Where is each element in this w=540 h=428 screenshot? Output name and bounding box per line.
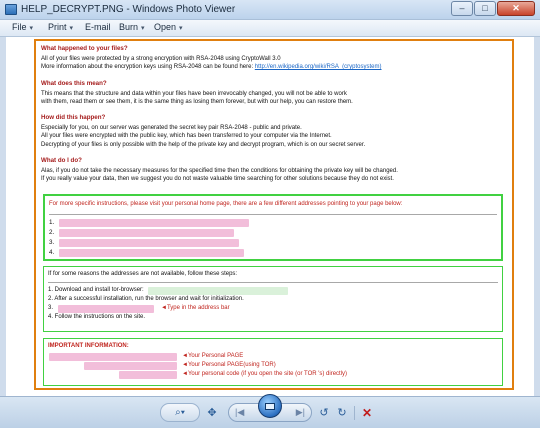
tor-step-3-note: ◄Type in the address bar <box>161 305 230 311</box>
menu-file[interactable]: File ▾ <box>12 22 33 32</box>
redacted-address <box>59 219 249 227</box>
tor-step-3: 3. <box>48 305 54 311</box>
text-line-prefix: More information about the encryption ke… <box>41 64 255 71</box>
magnifier-icon: ⌕▾ <box>175 407 185 418</box>
heading-what-happened: What happened to your files? <box>41 45 128 52</box>
viewer-edge <box>534 37 540 396</box>
close-button[interactable]: ✕ <box>497 1 535 16</box>
maximize-button[interactable]: □ <box>474 1 496 16</box>
important-info-title: IMPORTANT INFORMATION: <box>48 343 129 349</box>
toolbar-separator <box>354 406 355 420</box>
menu-burn[interactable]: Burn ▾ <box>119 22 145 32</box>
redacted-address <box>59 239 239 247</box>
window-controls: – □ ✕ <box>451 1 535 16</box>
text-line: Alas, if you do not take the necessary m… <box>41 168 398 175</box>
rotate-ccw-icon: ↺ <box>319 407 329 419</box>
delete-icon: ✕ <box>361 405 373 420</box>
personal-page-tor-note: ◄Your Personal PAGE(using TOR) <box>182 362 276 368</box>
personal-page-note: ◄Your Personal PAGE <box>182 353 244 359</box>
redacted-personal-page <box>49 353 177 361</box>
address-number: 2. <box>49 229 55 236</box>
section-what-happened: What happened to your files? All of your… <box>41 45 507 72</box>
fit-window-icon: ✥ <box>207 407 217 419</box>
rotate-counterclockwise-button[interactable]: ↺ <box>318 403 330 422</box>
address-number: 3. <box>49 239 55 246</box>
heading-what-does-this-mean: What does this mean? <box>41 79 107 87</box>
menu-email[interactable]: E-mail <box>85 22 111 32</box>
text-line: All your files were encrypted with the p… <box>41 133 332 140</box>
image-viewport[interactable]: What happened to your files? All of your… <box>6 37 534 396</box>
important-info-box: IMPORTANT INFORMATION: ◄Your Personal PA… <box>43 338 503 386</box>
section-what-do-i-do: What do I do? Alas, if you do not take t… <box>41 157 507 184</box>
text-line: Especially for you, on our server was ge… <box>41 125 302 132</box>
heading-what-do-i-do: What do I do? <box>41 157 82 165</box>
window-title: HELP_DECRYPT.PNG - Windows Photo Viewer <box>21 4 236 15</box>
rotate-cw-icon: ↻ <box>337 407 347 419</box>
menu-print-label: Print <box>48 22 67 32</box>
text-line: More information about the encryption ke… <box>41 63 507 71</box>
previous-button[interactable]: |◀ <box>235 407 244 418</box>
menu-bar: File ▾ Print ▾ E-mail Burn ▾ Open ▾ <box>0 20 540 37</box>
redacted-address <box>59 249 244 257</box>
text-line: All of your files were protected by a st… <box>41 56 281 62</box>
next-button[interactable]: ▶| <box>296 407 305 418</box>
menu-email-label: E-mail <box>85 22 111 32</box>
tor-step-2: 2. After a successful installation, run … <box>48 296 244 302</box>
slideshow-icon <box>265 402 275 410</box>
menu-open[interactable]: Open ▾ <box>154 22 183 32</box>
rsa-wiki-link: http://en.wikipedia.org/wiki/RSA_(crypto… <box>254 64 382 71</box>
delete-button[interactable]: ✕ <box>360 403 374 422</box>
personal-code-note: ◄Your personal code (if you open the sit… <box>182 371 348 377</box>
redacted-personal-code <box>119 371 177 379</box>
text-line: with them, read them or see them, it is … <box>41 98 353 105</box>
redacted-address <box>59 229 234 237</box>
redacted-onion-address <box>58 305 154 313</box>
address-number: 1. <box>49 219 55 226</box>
chevron-down-icon: ▾ <box>179 25 183 32</box>
section-how-did-this-happen: How did this happen? Especially for you,… <box>41 114 507 149</box>
actual-size-button[interactable]: ✥ <box>204 403 220 422</box>
text-line: If you really value your data, then we s… <box>41 176 394 183</box>
menu-burn-label: Burn <box>119 22 139 32</box>
chevron-down-icon: ▾ <box>141 25 145 32</box>
title-bar: HELP_DECRYPT.PNG - Windows Photo Viewer … <box>0 0 540 20</box>
redacted-tor-url <box>148 287 288 295</box>
addresses-intro: For more specific instructions, please v… <box>49 201 403 207</box>
text-line: Decrypting of your files is only possibl… <box>41 141 366 148</box>
rotate-clockwise-button[interactable]: ↻ <box>336 403 348 422</box>
text-line: This means that the structure and data w… <box>41 90 347 97</box>
slideshow-button[interactable] <box>258 394 282 418</box>
heading-how-did-this-happen: How did this happen? <box>41 114 106 122</box>
photo-viewer-icon <box>5 4 17 15</box>
tor-step-1: 1. Download and install tor-browser: <box>48 287 144 293</box>
zoom-button[interactable]: ⌕▾ <box>160 403 200 422</box>
tor-step-4: 4. Follow the instructions on the site. <box>48 314 146 320</box>
addresses-box: For more specific instructions, please v… <box>43 194 503 261</box>
divider <box>48 282 498 283</box>
section-what-does-this-mean: What does this mean? This means that the… <box>41 80 507 107</box>
chevron-down-icon: ▾ <box>69 25 74 32</box>
redacted-personal-page-tor <box>84 362 177 370</box>
divider <box>49 214 497 215</box>
menu-print[interactable]: Print ▾ <box>48 22 73 32</box>
ransom-note-image: What happened to your files? All of your… <box>34 39 514 390</box>
address-number: 4. <box>49 249 55 256</box>
minimize-button[interactable]: – <box>451 1 473 16</box>
tor-steps-intro: If for some reasons the addresses are no… <box>48 271 238 277</box>
menu-file-label: File <box>12 22 27 32</box>
menu-open-label: Open <box>154 22 177 32</box>
bottom-toolbar: ⌕▾ ✥ |◀ ▶| ↺ ↻ ✕ <box>0 394 540 428</box>
chevron-down-icon: ▾ <box>29 25 34 32</box>
tor-steps-box: If for some reasons the addresses are no… <box>43 266 503 332</box>
